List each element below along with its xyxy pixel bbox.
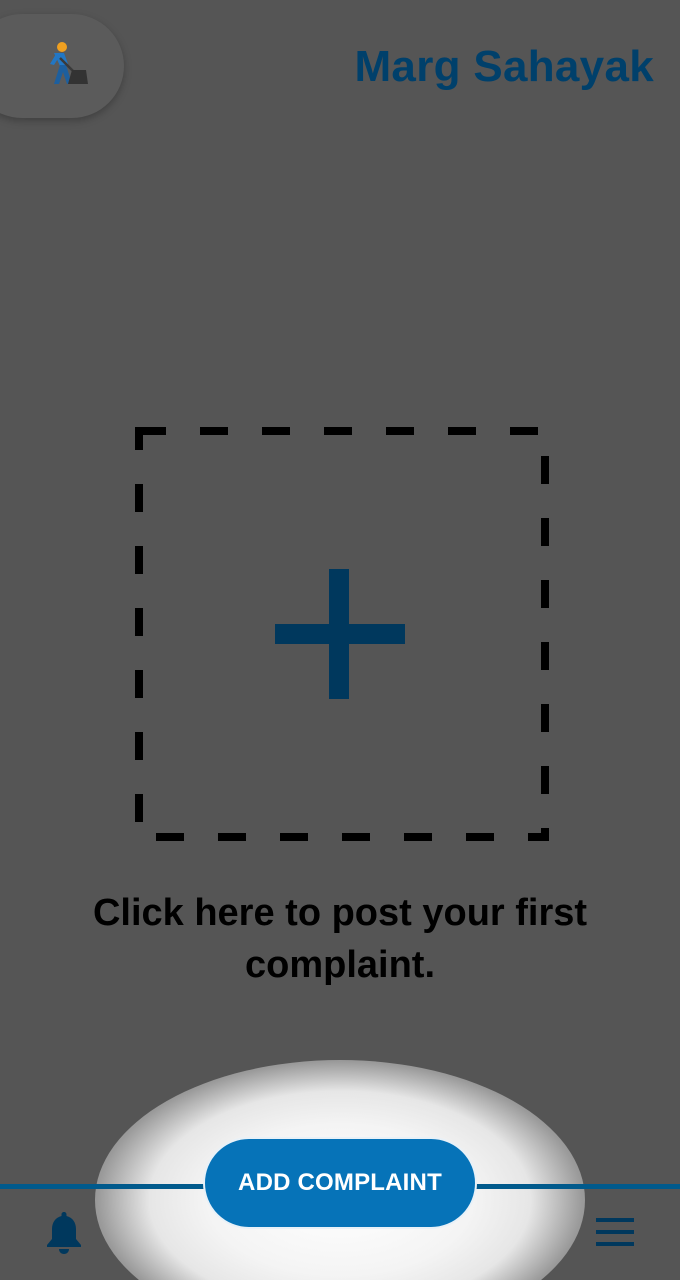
hamburger-menu-icon[interactable] [594, 1214, 636, 1250]
add-complaint-area[interactable] [133, 425, 551, 843]
dashed-frame [133, 425, 551, 843]
add-complaint-button[interactable]: ADD COMPLAINT [203, 1137, 477, 1229]
empty-state-prompt[interactable]: Click here to post your first complaint. [40, 887, 640, 991]
bottom-bar-line-left [0, 1184, 210, 1189]
app-screen: Marg Sahayak Click here to post your fir… [0, 0, 680, 1280]
logo-badge[interactable] [0, 14, 124, 118]
bottom-bar-line-right [470, 1184, 680, 1189]
plus-icon [275, 569, 405, 699]
bell-icon[interactable] [44, 1210, 84, 1254]
app-title: Marg Sahayak [354, 42, 654, 91]
road-worker-icon [50, 42, 88, 84]
